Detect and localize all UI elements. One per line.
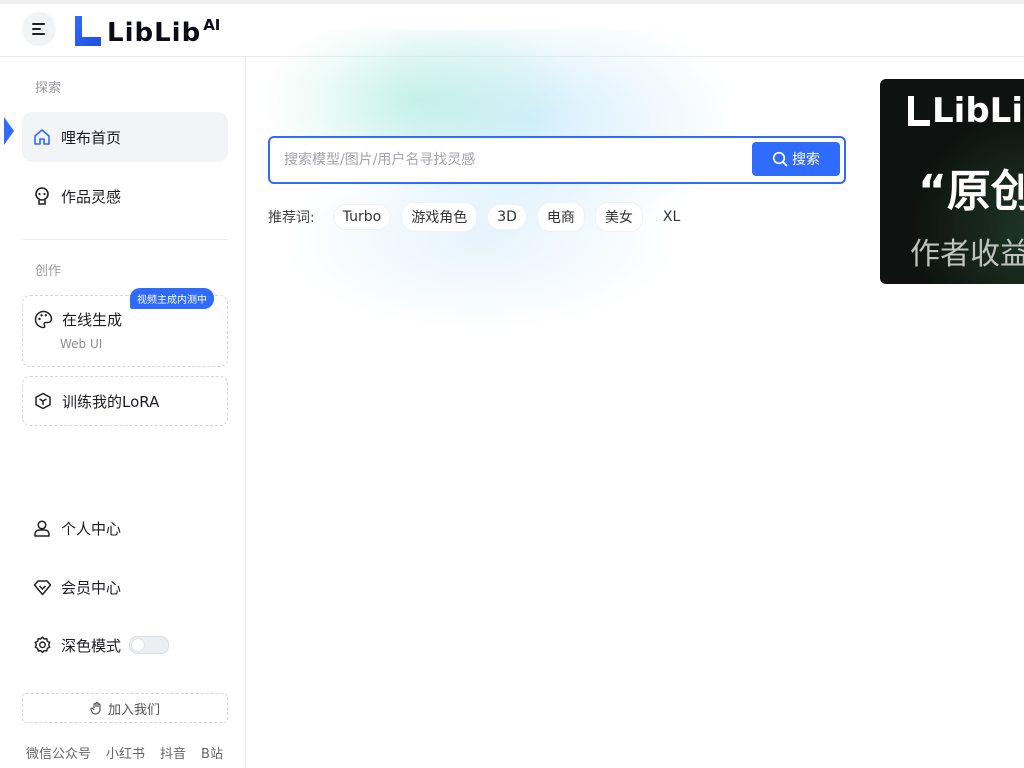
inspiration-icon bbox=[31, 185, 53, 207]
sidebar: 探索 哩布首页 作品灵感 创作 视频主成内测中 在线生成 Web UI 训练我的… bbox=[0, 57, 246, 768]
sidebar-item-label: 作品灵感 bbox=[61, 187, 122, 206]
footer-link-wechat[interactable]: 微信公众号 bbox=[26, 743, 91, 762]
logo-l-icon bbox=[75, 16, 101, 46]
tag-beauty[interactable]: 美女 bbox=[594, 202, 643, 232]
video-beta-badge: 视频主成内测中 bbox=[130, 288, 214, 309]
footer-link-xiaohongshu[interactable]: 小红书 bbox=[106, 743, 145, 762]
tag-xl[interactable]: XL bbox=[653, 204, 690, 230]
sidebar-item-inspiration[interactable]: 作品灵感 bbox=[22, 171, 228, 221]
background-glow bbox=[250, 30, 730, 340]
logo-text: LibLib bbox=[107, 18, 202, 48]
sidebar-item-home[interactable]: 哩布首页 bbox=[22, 112, 228, 162]
section-explore-label: 探索 bbox=[35, 81, 62, 96]
sidebar-item-profile[interactable]: 个人中心 bbox=[22, 503, 228, 553]
liblib-logo[interactable]: LibLib AI bbox=[73, 14, 220, 46]
diamond-heart-icon bbox=[31, 576, 53, 598]
sidebar-item-label: 会员中心 bbox=[61, 578, 122, 597]
online-generate-label: 在线生成 bbox=[62, 310, 123, 329]
footer-link-douyin[interactable]: 抖音 bbox=[160, 743, 186, 762]
search-input[interactable] bbox=[282, 145, 756, 175]
sidebar-item-online-generate[interactable]: 视频主成内测中 在线生成 Web UI bbox=[22, 288, 228, 367]
banner-subtitle: 作者收益 bbox=[910, 237, 1024, 272]
footer-links: 微信公众号 小红书 抖音 B站 bbox=[26, 743, 236, 762]
dark-mode-toggle[interactable] bbox=[129, 636, 170, 654]
tag-turbo[interactable]: Turbo bbox=[332, 204, 392, 230]
active-indicator bbox=[4, 117, 14, 145]
tag-3d[interactable]: 3D bbox=[487, 204, 527, 230]
sidebar-item-label: 个人中心 bbox=[61, 519, 122, 538]
user-icon bbox=[31, 517, 53, 539]
search-icon bbox=[772, 151, 788, 167]
search-button-label: 搜索 bbox=[792, 152, 820, 168]
palette-icon bbox=[32, 308, 54, 330]
top-header: LibLib AI bbox=[0, 4, 1024, 57]
menu-button[interactable] bbox=[22, 12, 56, 46]
banner-logo-l-icon bbox=[908, 96, 930, 126]
sidebar-item-dark-mode: 深色模式 bbox=[22, 620, 228, 670]
banner-logo-text: LibLib bbox=[932, 91, 1024, 131]
cube-icon bbox=[32, 390, 54, 412]
join-us-button[interactable]: 加入我们 bbox=[22, 693, 228, 723]
tag-game-character[interactable]: 游戏角色 bbox=[401, 202, 478, 232]
footer-link-bilibili[interactable]: B站 bbox=[201, 743, 223, 762]
sidebar-item-vip[interactable]: 会员中心 bbox=[22, 562, 228, 612]
banner-headline: “原创 bbox=[918, 166, 1024, 217]
search-button[interactable]: 搜索 bbox=[752, 142, 840, 176]
hamburger-icon bbox=[32, 23, 45, 35]
tag-ecommerce[interactable]: 电商 bbox=[536, 202, 585, 232]
sidebar-item-train-lora[interactable]: 训练我的LoRA bbox=[22, 376, 228, 426]
dark-mode-label: 深色模式 bbox=[61, 636, 122, 655]
train-lora-label: 训练我的LoRA bbox=[62, 392, 160, 411]
promo-banner[interactable]: LibLib “原创 作者收益 bbox=[880, 79, 1024, 284]
home-icon bbox=[31, 126, 53, 148]
online-generate-sub: Web UI bbox=[60, 337, 103, 351]
tags-label: 推荐词: bbox=[268, 210, 315, 226]
logo-ai: AI bbox=[203, 16, 221, 34]
sidebar-divider bbox=[22, 239, 228, 240]
banner-logo: LibLib bbox=[908, 91, 1024, 131]
sidebar-item-label: 哩布首页 bbox=[61, 128, 122, 147]
settings-gear-icon bbox=[31, 634, 53, 656]
section-create-label: 创作 bbox=[35, 264, 62, 279]
recommended-tags: 推荐词: Turbo 游戏角色 3D 电商 美女 XL bbox=[268, 202, 700, 232]
hand-wave-icon bbox=[90, 701, 101, 715]
join-us-label: 加入我们 bbox=[107, 702, 160, 718]
search-box: 搜索 bbox=[268, 136, 846, 184]
